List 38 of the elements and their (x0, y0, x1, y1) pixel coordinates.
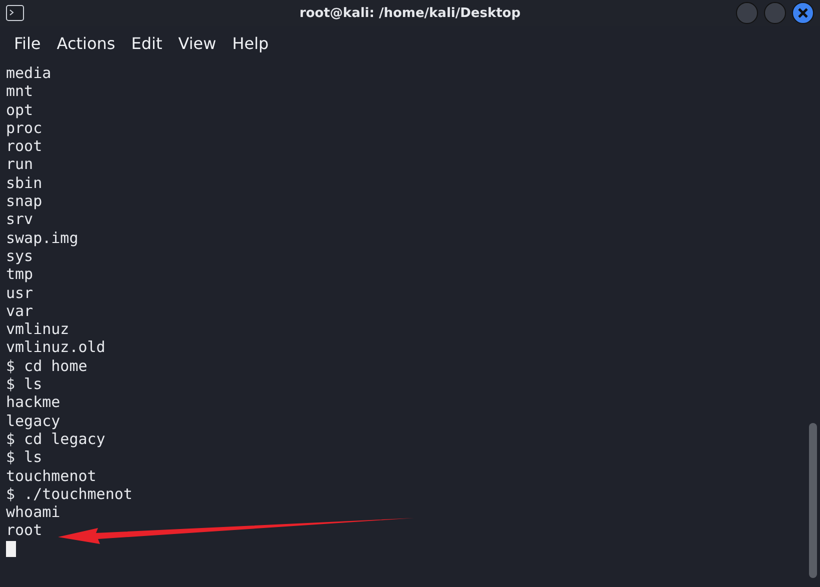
terminal-line: $ ls (6, 375, 42, 394)
terminal-line: root (6, 137, 42, 156)
terminal-line: legacy (6, 412, 60, 430)
menu-item[interactable]: Actions (48, 32, 124, 54)
scrollbar-thumb[interactable] (809, 423, 817, 578)
terminal-line: srv (6, 210, 34, 229)
terminal-line: touchmenot (6, 466, 96, 485)
terminal-line: $ ./touchmenot (6, 484, 132, 504)
maximize-button[interactable] (764, 2, 786, 24)
close-button[interactable] (792, 2, 814, 24)
terminal-line: $ cd legacy (6, 430, 106, 448)
terminal-line: vmlinuz.old (6, 338, 106, 357)
terminal-line: hackme (6, 393, 60, 412)
terminal-line: $ cd home (6, 356, 88, 376)
terminal-icon (6, 5, 24, 21)
terminal-line: $ ls (6, 448, 42, 467)
terminal-line: snap (6, 192, 42, 210)
terminal-line: sys (6, 246, 34, 266)
menu-item[interactable]: View (170, 32, 224, 54)
menu-item[interactable]: File (6, 32, 49, 54)
menu-item[interactable]: Help (224, 32, 277, 54)
terminal-line: whoami (6, 503, 60, 522)
terminal-line: sbin (6, 174, 42, 192)
terminal-line: swap.img (6, 228, 78, 247)
menu-item[interactable]: Edit (123, 32, 170, 54)
terminal-line: media (6, 64, 52, 82)
terminal-line: opt (6, 100, 34, 119)
terminal-line: vmlinuz (6, 320, 70, 338)
minimize-button[interactable] (736, 2, 758, 24)
terminal-line: run (6, 155, 34, 174)
terminal-line: var (6, 302, 34, 320)
terminal-line: mnt (6, 82, 34, 101)
window-title: root@kali: /home/kali/Desktop (299, 6, 521, 20)
close-icon (797, 7, 809, 19)
terminal-line: proc (6, 118, 42, 138)
terminal-line: tmp (6, 265, 34, 284)
terminal-line: usr (6, 284, 34, 302)
terminal-line: root (6, 521, 42, 540)
